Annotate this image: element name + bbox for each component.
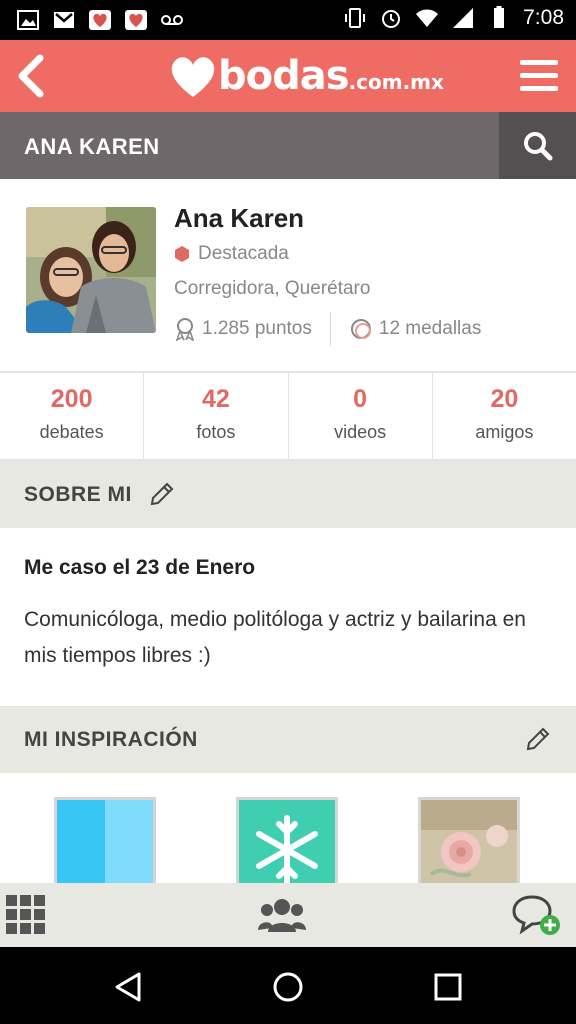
home-circle-icon [273, 972, 303, 1002]
inspiration-thumb-blue[interactable] [54, 797, 156, 887]
about-content: Me caso el 23 de Enero Comunicóloga, med… [0, 528, 576, 706]
counter-videos[interactable]: 0 videos [289, 373, 433, 459]
tab-new-chat[interactable] [512, 893, 560, 937]
community-icon [258, 899, 306, 932]
back-triangle-icon [115, 972, 141, 1002]
image-icon [17, 10, 39, 30]
gmail-icon [54, 12, 74, 28]
counter-label: amigos [475, 422, 534, 442]
inspiration-gallery [0, 773, 576, 887]
tab-apps-grid[interactable] [2, 893, 50, 937]
counter-label: fotos [196, 422, 236, 442]
hexagon-badge-icon [175, 246, 189, 262]
profile-counters: 200 debates 42 fotos 0 videos 20 amigos [0, 371, 576, 461]
counter-value: 42 [201, 385, 230, 413]
about-heading: Me caso el 23 de Enero [24, 556, 256, 579]
counter-value: 200 [50, 385, 93, 413]
heart-app-icon [89, 10, 111, 30]
back-button[interactable] [12, 52, 52, 100]
clock-time: 7:08 [523, 6, 564, 29]
menu-button[interactable] [518, 54, 560, 98]
inspiration-section-title: MI INSPIRACIÓN [24, 728, 198, 751]
points-stat[interactable]: 1.285 puntos [174, 317, 312, 341]
heart-app-icon [125, 10, 147, 30]
about-section-header: SOBRE MI [0, 461, 576, 528]
avatar[interactable] [26, 207, 156, 333]
inspiration-thumb-snowflake[interactable] [236, 797, 338, 887]
counter-fotos[interactable]: 42 fotos [144, 373, 289, 459]
signal-icon [453, 8, 474, 28]
inspiration-thumb-rose[interactable] [418, 797, 520, 887]
app-header: bodas .com.mx [0, 40, 576, 112]
vibrate-icon [345, 8, 366, 28]
logo-text: bodas [218, 53, 350, 99]
nav-home-button[interactable] [266, 965, 310, 1009]
battery-icon [494, 6, 505, 28]
medal-icon [350, 319, 371, 339]
edit-pencil-icon[interactable] [524, 725, 552, 753]
grid-icon [6, 895, 45, 934]
badge-label: Destacada [198, 243, 289, 264]
recents-square-icon [434, 973, 462, 1001]
voicemail-icon [161, 15, 183, 25]
nav-recents-button[interactable] [426, 965, 470, 1009]
medals-stat[interactable]: 12 medallas [349, 317, 481, 341]
about-text: Comunicóloga, medio politóloga y actriz … [24, 608, 526, 667]
about-section-title: SOBRE MI [24, 483, 132, 506]
profile-name: Ana Karen [174, 203, 305, 233]
inspiration-section-header: MI INSPIRACIÓN [0, 706, 576, 773]
heart-logo-icon [171, 57, 215, 97]
counter-label: debates [39, 422, 104, 442]
system-nav-bar [0, 947, 576, 1024]
alarm-icon [382, 10, 401, 28]
counter-amigos[interactable]: 20 amigos [433, 373, 576, 459]
profile-card: Ana Karen Destacada Corregidora, Queréta… [0, 179, 576, 371]
profile-stats: 1.285 puntos 12 medallas [174, 312, 481, 346]
add-chat-icon [512, 895, 560, 935]
tab-community[interactable] [258, 893, 306, 937]
bottom-tab-bar [0, 883, 576, 947]
ribbon-medal-icon [175, 318, 195, 341]
counter-value: 20 [490, 385, 519, 413]
avatar-photo [26, 207, 156, 333]
rose-photo [421, 800, 517, 884]
blue-color-swatch [57, 800, 153, 884]
search-icon [523, 131, 552, 160]
hamburger-menu-icon [520, 60, 558, 91]
profile-location: Corregidora, Querétaro [174, 278, 371, 299]
notification-icons [16, 8, 184, 32]
status-bar: 7:08 [0, 0, 576, 40]
points-label: 1.285 puntos [202, 318, 312, 339]
stats-divider [329, 312, 331, 346]
wifi-icon [416, 9, 439, 27]
logo-domain: .com.mx [348, 70, 444, 94]
profile-name-bar: ANA KAREN [0, 112, 576, 179]
snowflake-icon [239, 800, 335, 884]
chevron-left-icon [18, 54, 44, 98]
bodas-logo[interactable]: bodas .com.mx [168, 48, 444, 104]
status-badge: Destacada [174, 243, 289, 265]
counter-label: videos [334, 422, 387, 442]
counter-value: 0 [353, 385, 368, 413]
counter-debates[interactable]: 200 debates [0, 373, 145, 459]
nav-back-button[interactable] [106, 965, 150, 1009]
page-title: ANA KAREN [24, 134, 160, 159]
edit-pencil-icon[interactable] [148, 480, 176, 508]
search-button[interactable] [499, 112, 576, 179]
medals-label: 12 medallas [378, 318, 482, 339]
system-icons: 7:08 [343, 6, 564, 30]
